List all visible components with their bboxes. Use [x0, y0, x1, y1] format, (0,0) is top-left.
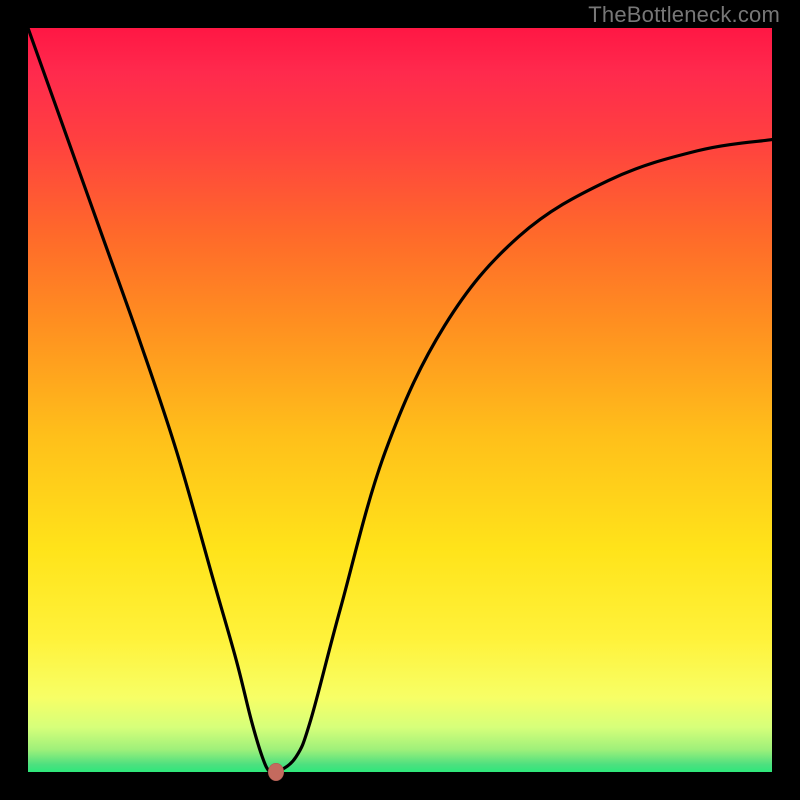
chart-frame: TheBottleneck.com [0, 0, 800, 800]
bottleneck-curve [28, 28, 772, 772]
plot-area [28, 28, 772, 772]
optimum-marker [268, 763, 284, 781]
watermark-label: TheBottleneck.com [588, 2, 780, 28]
